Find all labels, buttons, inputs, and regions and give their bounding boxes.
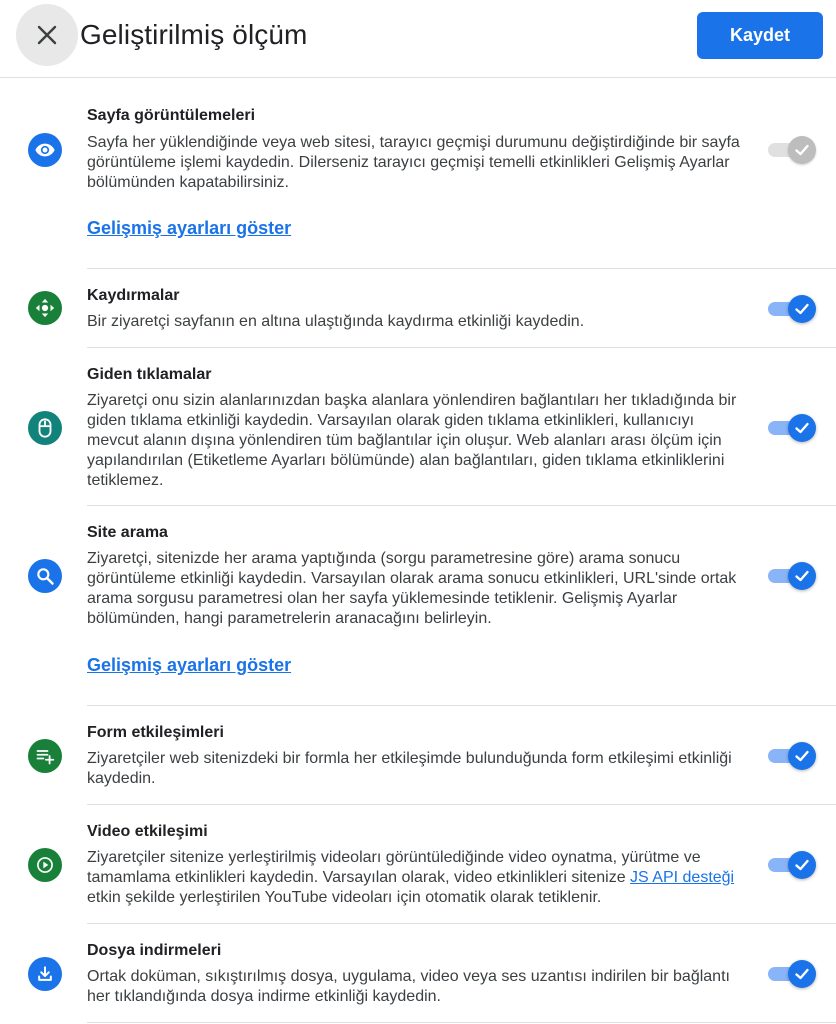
- outbound-clicks-toggle[interactable]: [766, 413, 816, 443]
- toggle-knob: [788, 562, 816, 590]
- toggle-knob: [788, 742, 816, 770]
- page-views-toggle[interactable]: [766, 135, 816, 165]
- setting-title: Site arama: [87, 524, 168, 541]
- setting-file-downloads: Dosya indirmeleri Ortak doküman, sıkıştı…: [0, 924, 836, 1023]
- download-icon: [38, 966, 52, 981]
- description-text: Ziyaretçiler sitenize yerleştirilmiş vid…: [87, 849, 701, 886]
- check-icon: [795, 144, 809, 156]
- mouse-icon: [38, 418, 52, 438]
- setting-description: Ziyaretçiler web sitenizdeki bir formla …: [87, 750, 732, 787]
- setting-description: Sayfa her yüklendiğinde veya web sitesi,…: [87, 134, 740, 191]
- toggle-knob: [788, 414, 816, 442]
- toggle-knob: [788, 136, 816, 164]
- search-icon: [37, 568, 54, 585]
- check-icon: [795, 303, 809, 315]
- setting-description: Bir ziyaretçi sayfanın en altına ulaştığ…: [87, 313, 585, 330]
- divider: [87, 1022, 836, 1023]
- setting-scrolls: Kaydırmalar Bir ziyaretçi sayfanın en al…: [0, 269, 836, 348]
- header: Geliştirilmiş ölçüm Kaydet: [0, 0, 836, 78]
- site-search-toggle[interactable]: [766, 561, 816, 591]
- show-advanced-settings-link[interactable]: Gelişmiş ayarları göster: [87, 217, 291, 239]
- setting-page-views: Sayfa görüntülemeleri Sayfa her yüklendi…: [0, 78, 836, 269]
- play-icon-circle: [28, 848, 62, 882]
- scroll-arrows-icon: [35, 298, 55, 318]
- file-downloads-toggle[interactable]: [766, 959, 816, 989]
- setting-description: Ziyaretçi, sitenizde her arama yaptığınd…: [87, 550, 737, 627]
- setting-title: Kaydırmalar: [87, 287, 180, 304]
- setting-title: Sayfa görüntülemeleri: [87, 107, 256, 124]
- setting-description: Ortak doküman, sıkıştırılmış dosya, uygu…: [87, 968, 730, 1005]
- show-advanced-settings-link[interactable]: Gelişmiş ayarları göster: [87, 654, 291, 676]
- eye-icon-circle: [28, 133, 62, 167]
- setting-description: Ziyaretçi onu sizin alanlarınızdan başka…: [87, 392, 737, 489]
- check-icon: [795, 968, 809, 980]
- setting-outbound-clicks: Giden tıklamalar Ziyaretçi onu sizin ala…: [0, 348, 836, 506]
- scroll-icon-circle: [28, 291, 62, 325]
- page-title: Geliştirilmiş ölçüm: [80, 19, 308, 50]
- toggle-knob: [788, 851, 816, 879]
- description-text: etkin şekilde yerleştirilen YouTube vide…: [87, 889, 602, 906]
- close-button[interactable]: [16, 4, 78, 66]
- playlist-add-icon-circle: [28, 739, 62, 773]
- save-button[interactable]: Kaydet: [697, 12, 823, 59]
- eye-icon: [35, 143, 55, 157]
- close-icon: [37, 25, 57, 45]
- form-interactions-toggle[interactable]: [766, 741, 816, 771]
- setting-title: Form etkileşimleri: [87, 724, 224, 741]
- toggle-knob: [788, 960, 816, 988]
- setting-title: Giden tıklamalar: [87, 366, 212, 383]
- check-icon: [795, 570, 809, 582]
- video-engagement-toggle[interactable]: [766, 850, 816, 880]
- toggle-knob: [788, 295, 816, 323]
- playlist-add-icon: [36, 750, 55, 765]
- play-icon: [37, 857, 53, 873]
- setting-site-search: Site arama Ziyaretçi, sitenizde her aram…: [0, 506, 836, 706]
- check-icon: [795, 750, 809, 762]
- setting-description: Ziyaretçiler sitenize yerleştirilmiş vid…: [87, 848, 749, 908]
- setting-title: Video etkileşimi: [87, 823, 208, 840]
- setting-form-interactions: Form etkileşimleri Ziyaretçiler web site…: [0, 706, 836, 805]
- check-icon: [795, 422, 809, 434]
- download-icon-circle: [28, 957, 62, 991]
- scrolls-toggle[interactable]: [766, 294, 816, 324]
- setting-video-engagement: Video etkileşimi Ziyaretçiler sitenize y…: [0, 805, 836, 924]
- setting-title: Dosya indirmeleri: [87, 942, 222, 959]
- js-api-support-link[interactable]: JS API desteği: [630, 869, 734, 886]
- mouse-icon-circle: [28, 411, 62, 445]
- check-icon: [795, 859, 809, 871]
- search-icon-circle: [28, 559, 62, 593]
